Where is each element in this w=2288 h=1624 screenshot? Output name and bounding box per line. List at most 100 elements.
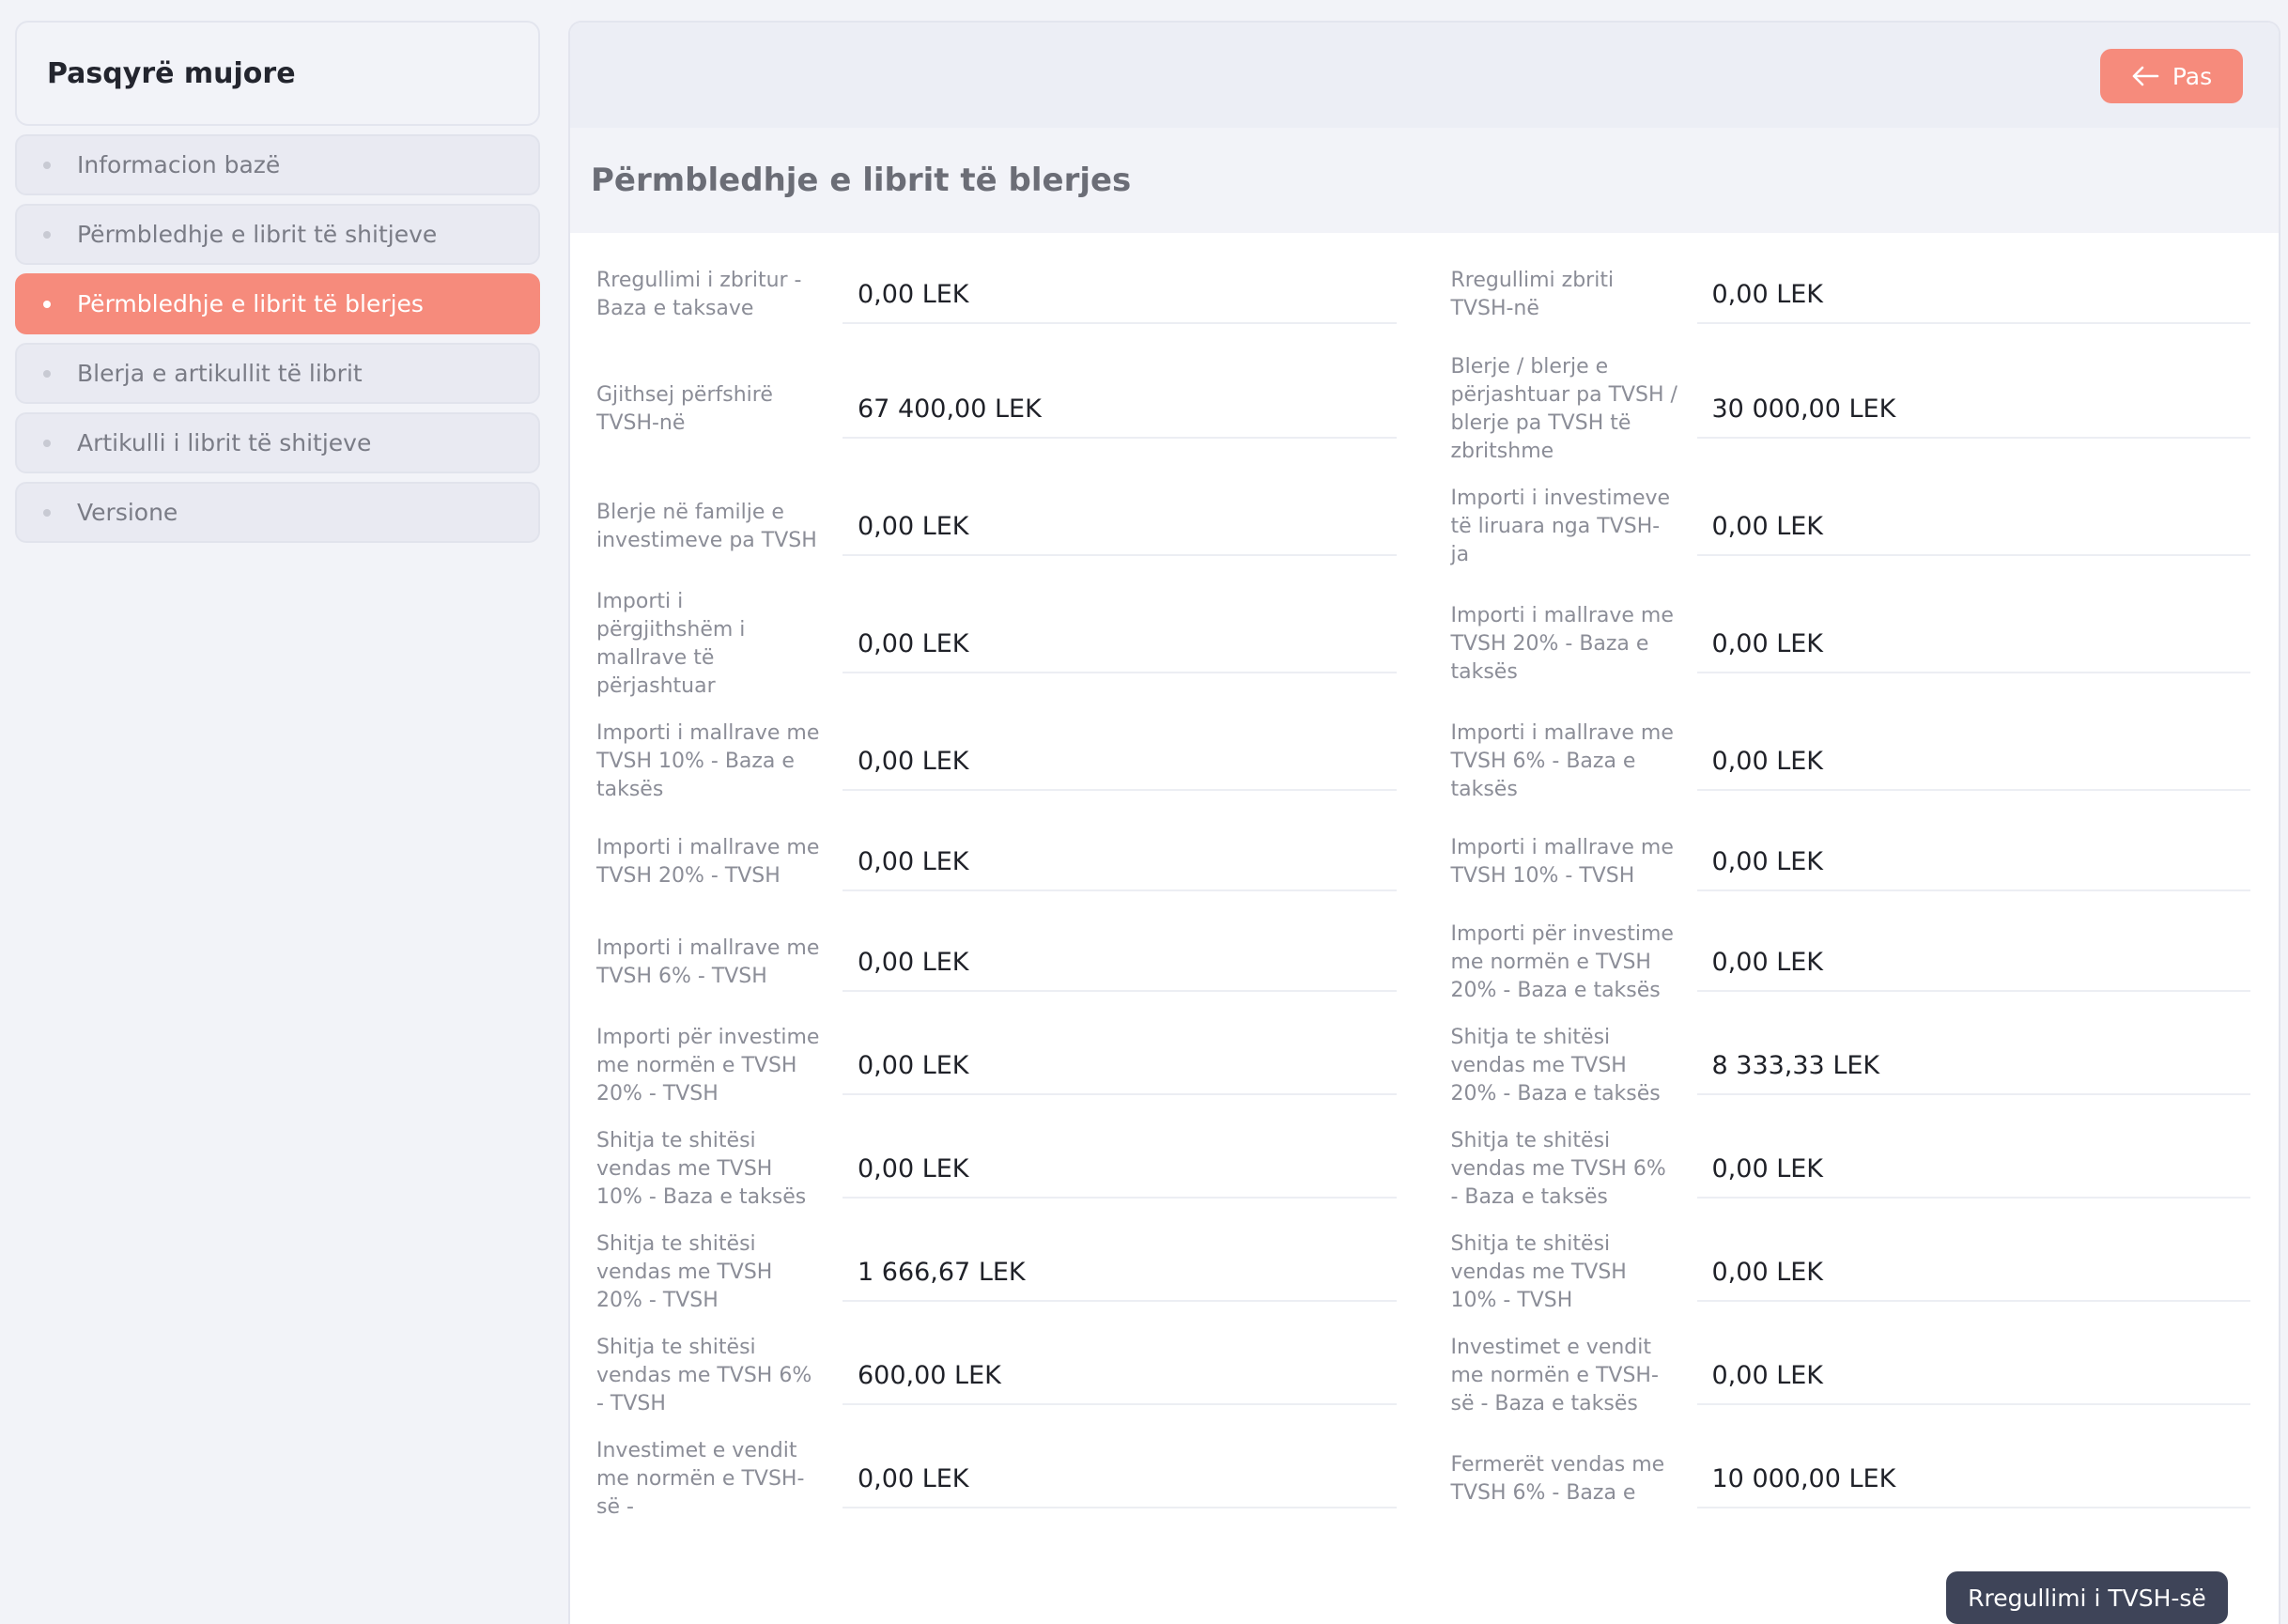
field-value[interactable]: 0,00 LEK (843, 1038, 1397, 1095)
field-value[interactable]: 0,00 LEK (843, 499, 1397, 556)
field-label: Investimet e vendit me normën e TVSH-së … (1450, 1336, 1659, 1415)
field-label: Importi i mallrave me TVSH 10% - TVSH (1450, 836, 1674, 888)
field-importi-10-tvsh: Importi i mallrave me TVSH 10% - TVSH 0,… (1450, 813, 2250, 911)
bullet-icon (43, 300, 51, 308)
field-blerje-perjashtuar: Blerje / blerje e përjashtuar pa TVSH / … (1450, 344, 2250, 475)
field-value[interactable]: 0,00 LEK (1696, 616, 2250, 673)
field-label: Shitja te shitësi vendas me TVSH 20% - B… (1450, 1026, 1661, 1106)
sidebar-item-blerja-artikullit[interactable]: Blerja e artikullit të librit (15, 343, 540, 404)
field-importi-investime-20-baza: Importi për investime me normën e TVSH 2… (1450, 911, 2250, 1014)
field-label: Importi i mallrave me TVSH 20% - TVSH (596, 836, 820, 888)
field-label: Shitja te shitësi vendas me TVSH 20% - T… (596, 1232, 773, 1312)
sidebar-item-librit-blerjes[interactable]: Përmbledhje e librit të blerjes (15, 273, 540, 334)
field-investimet-vendit-baza: Investimet e vendit me normën e TVSH-së … (1450, 1324, 2250, 1428)
field-shitja-10-tvsh: Shitja te shitësi vendas me TVSH 10% - T… (1450, 1221, 2250, 1324)
field-label: Blerje në familje e investimeve pa TVSH (596, 501, 817, 552)
field-importi-investimeve-liruara: Importi i investimeve të liruara nga TVS… (1450, 475, 2250, 579)
sidebar-item-artikulli-shitjeve[interactable]: Artikulli i librit të shitjeve (15, 412, 540, 473)
field-value[interactable]: 67 400,00 LEK (843, 381, 1397, 439)
top-bar: Pas (570, 23, 2279, 128)
field-value[interactable]: 0,00 LEK (1696, 1348, 2250, 1405)
sidebar-item-informacion-baze[interactable]: Informacion bazë (15, 134, 540, 195)
field-value[interactable]: 600,00 LEK (843, 1348, 1397, 1405)
field-value[interactable]: 0,00 LEK (843, 267, 1397, 324)
field-importi-20-tvsh: Importi i mallrave me TVSH 20% - TVSH 0,… (596, 813, 1397, 911)
sidebar-item-label: Versione (77, 499, 178, 526)
field-label: Shitja te shitësi vendas me TVSH 6% - TV… (596, 1336, 812, 1415)
field-shitja-6-baza: Shitja te shitësi vendas me TVSH 6% - Ba… (1450, 1118, 2250, 1221)
bullet-icon (43, 369, 51, 378)
field-gjithsej-tvsh: Gjithsej përfshirë TVSH-në 67 400,00 LEK (596, 344, 1397, 475)
field-importi-20-baza: Importi i mallrave me TVSH 20% - Baza e … (1450, 579, 2250, 710)
field-importi-investime-20-tvsh: Importi për investime me normën e TVSH 2… (596, 1014, 1397, 1118)
field-label: Importi i mallrave me TVSH 10% - Baza e … (596, 721, 820, 801)
field-value[interactable]: 0,00 LEK (843, 734, 1397, 791)
field-label: Rregullimi zbriti TVSH-në (1450, 269, 1615, 320)
field-value[interactable]: 1 666,67 LEK (843, 1245, 1397, 1302)
field-label: Shitja te shitësi vendas me TVSH 10% - T… (1450, 1232, 1627, 1312)
sidebar-item-label: Blerja e artikullit të librit (77, 360, 363, 387)
field-value[interactable]: 0,00 LEK (1696, 267, 2250, 324)
back-button[interactable]: Pas (2100, 49, 2243, 103)
field-rregullimi-zbritur-baza: Rregullimi i zbritur - Baza e taksave 0,… (596, 246, 1397, 344)
field-value[interactable]: 0,00 LEK (1696, 1245, 2250, 1302)
field-shitja-20-tvsh: Shitja te shitësi vendas me TVSH 20% - T… (596, 1221, 1397, 1324)
sidebar-item-label: Informacion bazë (77, 151, 281, 178)
field-value[interactable]: 0,00 LEK (1696, 734, 2250, 791)
rregullimi-tvsh-button[interactable]: Rregullimi i TVSH-së (1946, 1571, 2228, 1624)
field-fermeret-vendas-6-baza: Fermerët vendas me TVSH 6% - Baza e 10 0… (1450, 1428, 2250, 1531)
field-value[interactable]: 0,00 LEK (1696, 935, 2250, 992)
back-button-label: Pas (2172, 62, 2213, 90)
fields-grid: Rregullimi i zbritur - Baza e taksave 0,… (570, 233, 2279, 1531)
field-investimet-vendit-tvsh: Investimet e vendit me normën e TVSH-së … (596, 1428, 1397, 1531)
field-shitja-6-tvsh: Shitja te shitësi vendas me TVSH 6% - TV… (596, 1324, 1397, 1428)
field-value[interactable]: 0,00 LEK (1696, 499, 2250, 556)
sidebar-title: Pasqyrë mujore (15, 21, 540, 126)
field-value[interactable]: 0,00 LEK (843, 1451, 1397, 1508)
field-importi-6-tvsh: Importi i mallrave me TVSH 6% - TVSH 0,0… (596, 911, 1397, 1014)
field-importi-10-baza: Importi i mallrave me TVSH 10% - Baza e … (596, 710, 1397, 813)
field-blerje-familje-investime: Blerje në familje e investimeve pa TVSH … (596, 475, 1397, 579)
field-label: Importi i përgjithshëm i mallrave të për… (596, 590, 746, 698)
sidebar-item-versione[interactable]: Versione (15, 482, 540, 543)
sidebar-item-label: Artikulli i librit të shitjeve (77, 429, 372, 456)
field-value[interactable]: 10 000,00 LEK (1696, 1451, 2250, 1508)
page-title: Përmbledhje e librit të blerjes (570, 128, 2279, 233)
field-label: Importi i mallrave me TVSH 6% - TVSH (596, 936, 820, 988)
arrow-left-icon (2132, 66, 2159, 86)
sidebar-item-librit-shitjeve[interactable]: Përmbledhje e librit të shitjeve (15, 204, 540, 265)
field-label: Importi për investime me normën e TVSH 2… (1450, 922, 1674, 1002)
field-value[interactable]: 0,00 LEK (843, 1141, 1397, 1199)
field-label: Importi për investime me normën e TVSH 2… (596, 1026, 820, 1106)
field-label: Shitja te shitësi vendas me TVSH 10% - B… (596, 1129, 807, 1209)
field-shitja-10-baza: Shitja te shitësi vendas me TVSH 10% - B… (596, 1118, 1397, 1221)
field-value[interactable]: 0,00 LEK (843, 834, 1397, 891)
main-panel: Pas Përmbledhje e librit të blerjes Rreg… (568, 21, 2280, 1624)
field-label: Fermerët vendas me TVSH 6% - Baza e (1450, 1453, 1665, 1505)
field-shitja-20-baza: Shitja te shitësi vendas me TVSH 20% - B… (1450, 1014, 2250, 1118)
field-label: Blerje / blerje e përjashtuar pa TVSH / … (1450, 355, 1677, 463)
sidebar: Pasqyrë mujore Informacion bazë Përmbled… (15, 21, 540, 543)
field-rregullimi-zbriti-tvsh: Rregullimi zbriti TVSH-në 0,00 LEK (1450, 246, 2250, 344)
bullet-icon (43, 439, 51, 447)
field-label: Importi i investimeve të liruara nga TVS… (1450, 487, 1671, 566)
field-label: Importi i mallrave me TVSH 6% - Baza e t… (1450, 721, 1674, 801)
field-value[interactable]: 0,00 LEK (843, 935, 1397, 992)
bullet-icon (43, 508, 51, 517)
field-value[interactable]: 8 333,33 LEK (1696, 1038, 2250, 1095)
field-importi-6-baza: Importi i mallrave me TVSH 6% - Baza e t… (1450, 710, 2250, 813)
field-value[interactable]: 0,00 LEK (843, 616, 1397, 673)
field-value[interactable]: 30 000,00 LEK (1696, 381, 2250, 439)
sidebar-item-label: Përmbledhje e librit të shitjeve (77, 221, 438, 248)
field-label: Rregullimi i zbritur - Baza e taksave (596, 269, 802, 320)
sidebar-item-label: Përmbledhje e librit të blerjes (77, 290, 424, 317)
field-value[interactable]: 0,00 LEK (1696, 834, 2250, 891)
field-label: Shitja te shitësi vendas me TVSH 6% - Ba… (1450, 1129, 1666, 1209)
field-value[interactable]: 0,00 LEK (1696, 1141, 2250, 1199)
field-label: Investimet e vendit me normën e TVSH-së … (596, 1439, 805, 1519)
field-importi-pergjithshem: Importi i përgjithshëm i mallrave të për… (596, 579, 1397, 710)
field-label: Importi i mallrave me TVSH 20% - Baza e … (1450, 604, 1674, 684)
field-label: Gjithsej përfshirë TVSH-në (596, 383, 773, 435)
bullet-icon (43, 230, 51, 239)
bullet-icon (43, 161, 51, 169)
